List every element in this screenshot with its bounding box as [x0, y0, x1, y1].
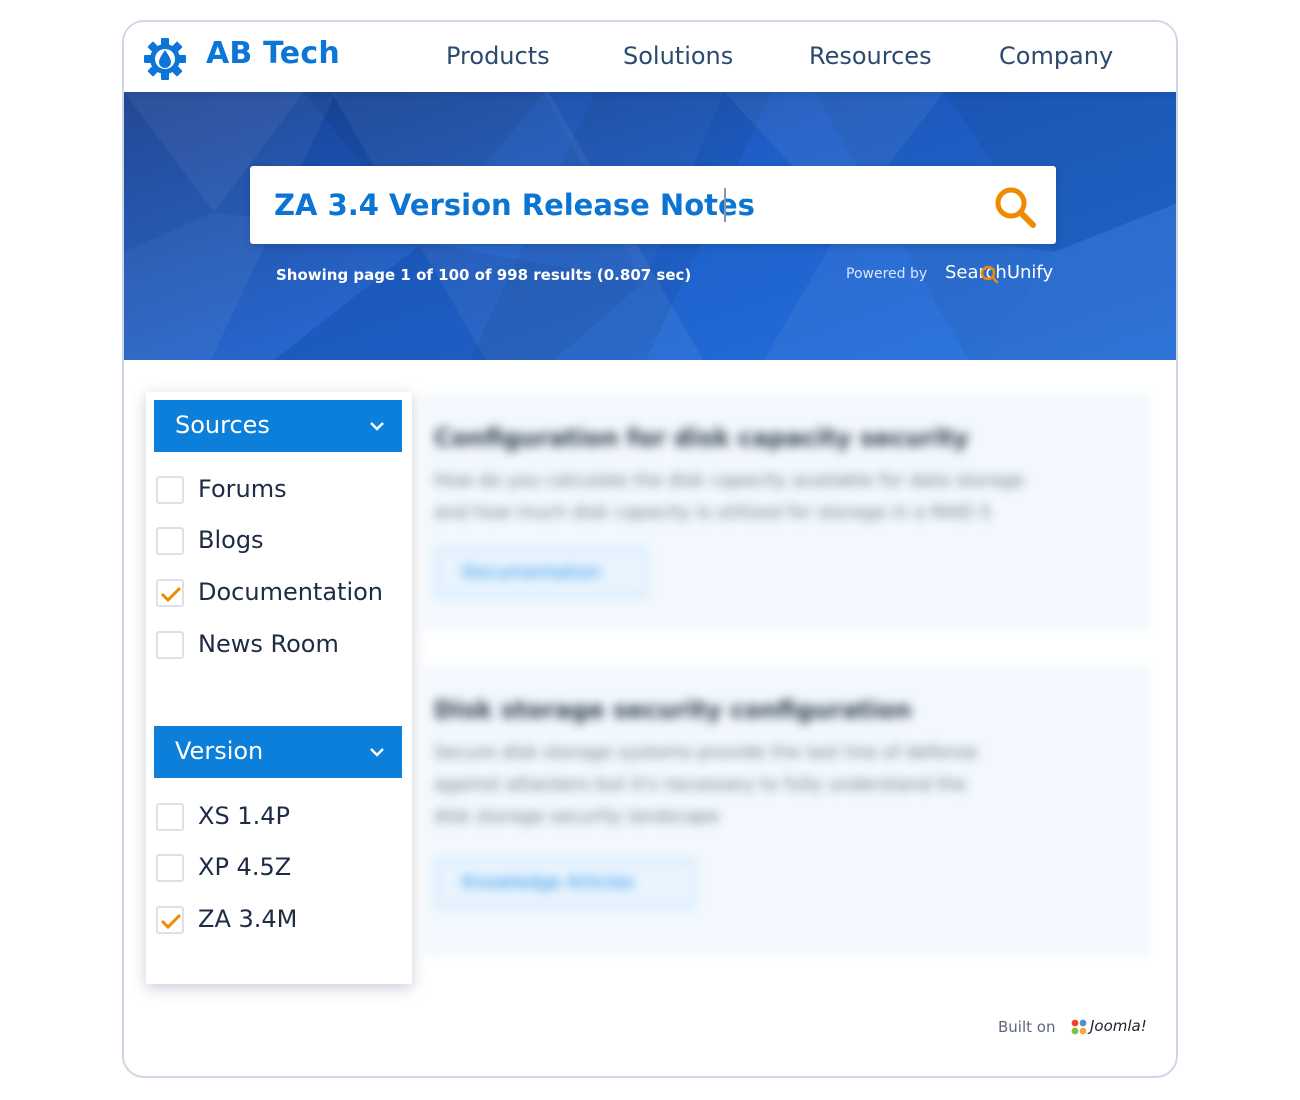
filter-option-news-room[interactable]: News Room	[156, 630, 406, 663]
search-input[interactable]: ZA 3.4 Version Release Notes	[274, 188, 755, 222]
sources-filter-title: Sources	[175, 411, 270, 439]
searchunify-logo: SearchUnify	[945, 262, 1054, 283]
nav-company[interactable]: Company	[999, 42, 1113, 70]
result-title[interactable]: Disk storage security configuration	[434, 696, 911, 724]
nav-products[interactable]: Products	[446, 42, 550, 70]
chevron-down-icon	[370, 422, 384, 431]
search-icon[interactable]	[992, 184, 1038, 230]
checkbox[interactable]	[156, 803, 184, 831]
checkmark-icon	[160, 913, 182, 930]
result-source-tag[interactable]: Documentation	[434, 548, 648, 598]
results-list: Configuration for disk capacity security…	[424, 394, 1154, 956]
nav-resources[interactable]: Resources	[809, 42, 932, 70]
result-snippet-line: Secure disk storage systems provide the …	[434, 742, 978, 763]
browser-frame: AB Tech Products Solutions Resources Com…	[122, 20, 1178, 1078]
nav-solutions[interactable]: Solutions	[623, 42, 733, 70]
checkbox-checked[interactable]	[156, 579, 184, 607]
version-filter-header[interactable]: Version	[154, 726, 402, 778]
filter-option-label: XS 1.4P	[198, 802, 290, 830]
filter-option-label: Blogs	[198, 526, 264, 554]
filter-option-xs-1-4p[interactable]: XS 1.4P	[156, 802, 406, 835]
checkmark-icon	[160, 586, 182, 603]
checkbox[interactable]	[156, 631, 184, 659]
filter-panel: Sources Forums Blogs Documentation News …	[146, 392, 412, 984]
searchunify-magnifier-icon	[980, 265, 999, 284]
search-hero: ZA 3.4 Version Release Notes Showing pag…	[124, 92, 1176, 360]
chevron-down-icon	[370, 748, 384, 757]
checkbox[interactable]	[156, 854, 184, 882]
result-count: Showing page 1 of 100 of 998 results (0.…	[276, 266, 692, 284]
joomla-wordmark: Joomla!	[1090, 1017, 1147, 1035]
result-card[interactable]: Configuration for disk capacity security…	[424, 394, 1150, 630]
filter-option-za-3-4m[interactable]: ZA 3.4M	[156, 905, 406, 938]
result-snippet-line: disk storage security landscape	[434, 806, 720, 827]
result-snippet-line: How do you calculate the disk capacity a…	[434, 470, 1025, 491]
filter-option-label: News Room	[198, 630, 339, 658]
checkbox[interactable]	[156, 476, 184, 504]
search-box[interactable]: ZA 3.4 Version Release Notes	[250, 166, 1056, 244]
version-filter-title: Version	[175, 737, 264, 765]
result-source-tag[interactable]: Knowledge Articles	[434, 858, 696, 908]
text-cursor	[724, 188, 726, 222]
filter-option-label: Forums	[198, 475, 287, 503]
joomla-logo-icon	[1071, 1019, 1087, 1035]
brand-name[interactable]: AB Tech	[206, 36, 340, 71]
result-source-tag-label: Documentation	[462, 562, 601, 583]
result-title[interactable]: Configuration for disk capacity security	[434, 424, 969, 452]
filter-option-blogs[interactable]: Blogs	[156, 526, 406, 559]
filter-option-documentation[interactable]: Documentation	[156, 578, 406, 611]
filter-option-label: ZA 3.4M	[198, 905, 298, 933]
filter-option-label: XP 4.5Z	[198, 853, 292, 881]
gear-drop-icon[interactable]	[142, 36, 188, 82]
sources-filter-header[interactable]: Sources	[154, 400, 402, 452]
result-source-tag-label: Knowledge Articles	[462, 872, 634, 893]
powered-by-label: Powered by	[846, 266, 928, 282]
result-card[interactable]: Disk storage security configuration Secu…	[424, 666, 1150, 956]
built-on-label: Built on	[998, 1018, 1056, 1036]
filter-option-forums[interactable]: Forums	[156, 475, 406, 508]
top-navbar: AB Tech Products Solutions Resources Com…	[124, 22, 1176, 92]
filter-option-label: Documentation	[198, 578, 384, 606]
result-snippet-line: and how much disk capacity is utilized f…	[434, 502, 992, 523]
filter-option-xp-4-5z[interactable]: XP 4.5Z	[156, 853, 406, 886]
checkbox[interactable]	[156, 527, 184, 555]
result-snippet-line: against attackers but it's necessary to …	[434, 774, 967, 795]
checkbox-checked[interactable]	[156, 906, 184, 934]
